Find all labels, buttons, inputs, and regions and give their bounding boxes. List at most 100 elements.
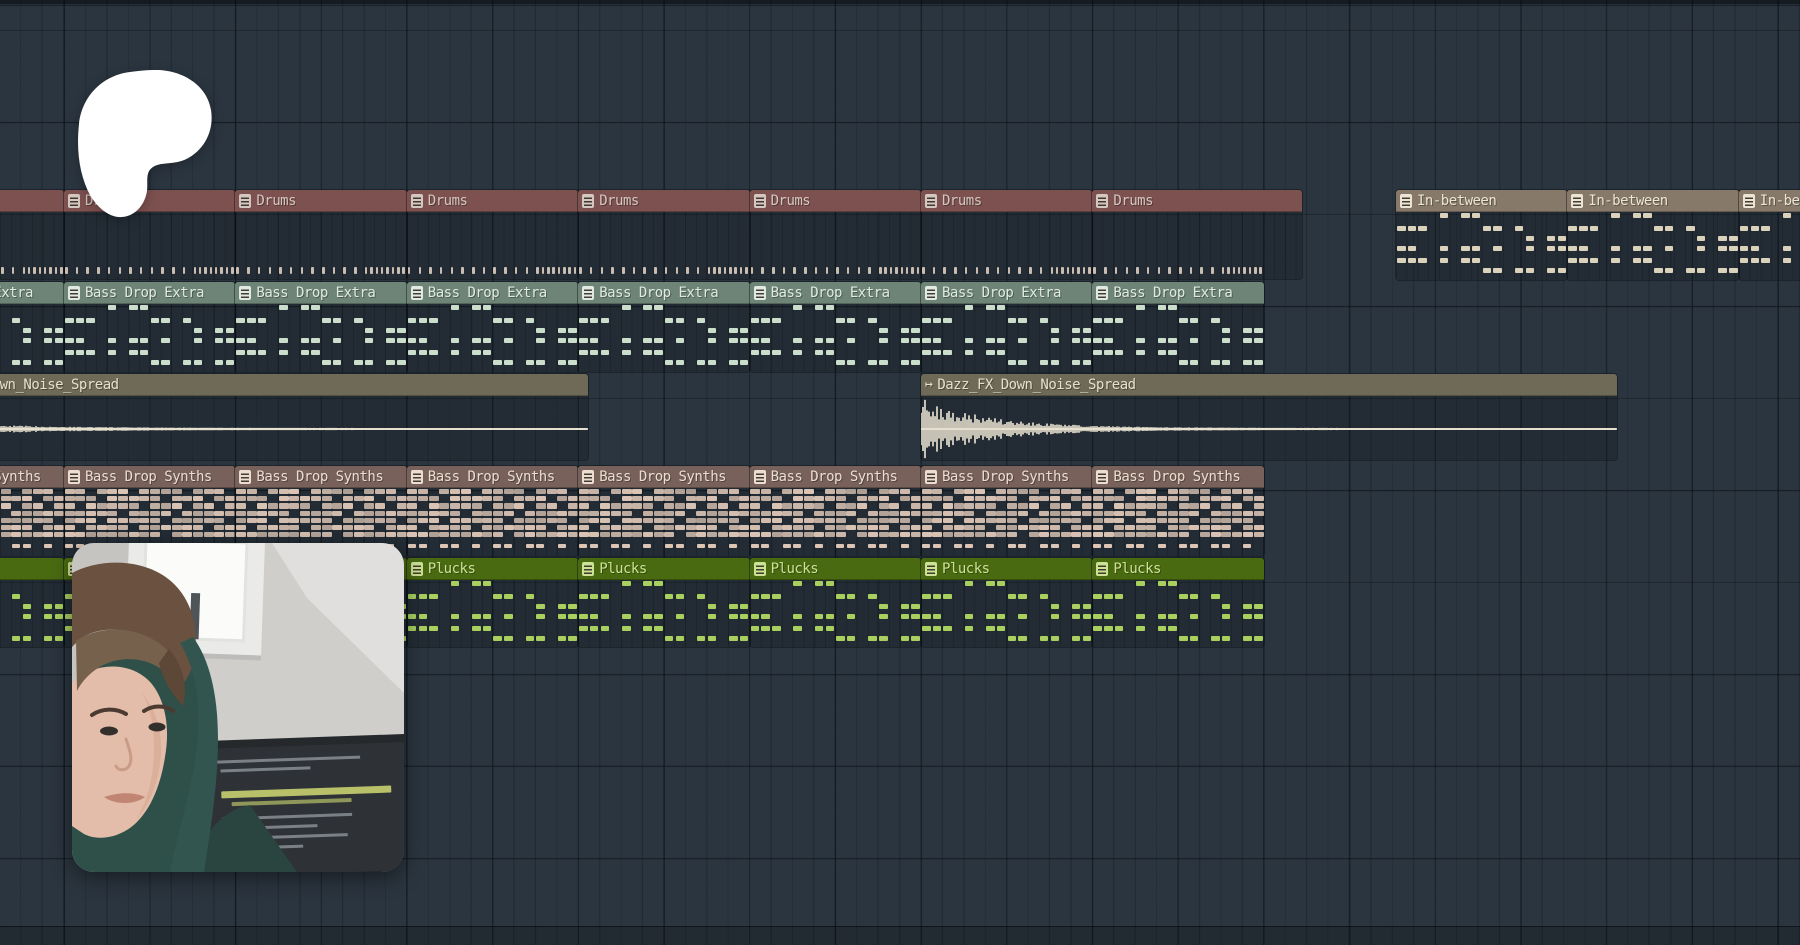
clip-header[interactable]: Bass Drop Extra bbox=[578, 282, 749, 304]
pattern-clip-icon bbox=[582, 470, 594, 484]
clip-header[interactable]: Plucks bbox=[0, 558, 64, 580]
clip-plucks[interactable]: Plucks bbox=[1092, 558, 1263, 647]
clip-drums[interactable]: Drums bbox=[578, 190, 749, 279]
pattern-clip-icon bbox=[1096, 470, 1108, 484]
clip-notes bbox=[921, 488, 1092, 556]
clip-drums[interactable]: Drums bbox=[921, 190, 1092, 279]
pattern-clip-icon bbox=[239, 286, 251, 300]
clip-header[interactable]: Drums bbox=[235, 190, 406, 212]
clip-header[interactable]: Bass Drop Synths bbox=[921, 466, 1092, 488]
clip-header[interactable]: In-between bbox=[1739, 190, 1800, 212]
clip-bass-drop-extra[interactable]: Bass Drop Extra bbox=[750, 282, 921, 372]
clip-bass-drop-synths[interactable]: Bass Drop Synths bbox=[578, 466, 749, 556]
clip-header[interactable]: Drums bbox=[0, 190, 64, 212]
clip-label: Bass Drop Synths bbox=[1113, 469, 1240, 485]
clip-notes bbox=[0, 488, 64, 556]
pattern-clip-icon bbox=[925, 470, 937, 484]
clip-header[interactable]: Drums bbox=[578, 190, 749, 212]
pattern-clip-icon bbox=[925, 286, 937, 300]
clip-dazz-fx[interactable]: ↦Dazz_FX_Down_Noise_Spread bbox=[921, 374, 1617, 460]
clip-label: Bass Drop Extra bbox=[771, 285, 890, 301]
pattern-clip-icon bbox=[68, 470, 80, 484]
clip-notes bbox=[750, 304, 921, 372]
clip-header[interactable]: Bass Drop Synths bbox=[578, 466, 749, 488]
clip-header[interactable]: Plucks bbox=[578, 558, 749, 580]
clip-notes bbox=[750, 580, 921, 647]
pattern-clip-icon bbox=[582, 562, 594, 576]
clip-notes bbox=[750, 212, 921, 279]
clip-header[interactable]: ↦Dazz_FX_Down_Noise_Spread bbox=[921, 374, 1617, 396]
clip-header[interactable]: Bass Drop Synths bbox=[235, 466, 406, 488]
clip-bass-drop-extra[interactable]: Bass Drop Extra bbox=[921, 282, 1092, 372]
clip-header[interactable]: Bass Drop Extra bbox=[921, 282, 1092, 304]
clip-header[interactable]: Drums bbox=[750, 190, 921, 212]
clip-plucks[interactable]: Plucks bbox=[407, 558, 578, 647]
clip-header[interactable]: Bass Drop Synths bbox=[1092, 466, 1263, 488]
clip-bass-drop-synths[interactable]: Bass Drop Synths bbox=[407, 466, 578, 556]
clip-header[interactable]: Drums bbox=[921, 190, 1092, 212]
clip-header[interactable]: Bass Drop Extra bbox=[235, 282, 406, 304]
clip-bass-drop-extra[interactable]: Bass Drop Extra bbox=[1092, 282, 1263, 372]
clip-notes bbox=[578, 212, 749, 279]
clip-header[interactable]: Plucks bbox=[921, 558, 1092, 580]
clip-header[interactable]: In-between bbox=[1567, 190, 1738, 212]
clip-drums[interactable]: Drums bbox=[0, 190, 64, 279]
clip-bass-drop-synths[interactable]: Bass Drop Synths bbox=[1092, 466, 1263, 556]
clip-drums[interactable]: Drums bbox=[407, 190, 578, 279]
pattern-clip-icon bbox=[411, 470, 423, 484]
clip-plucks[interactable]: Plucks bbox=[0, 558, 64, 647]
clip-header[interactable]: ↦Dazz_FX_Down_Noise_Spread bbox=[0, 374, 588, 396]
playlist-grid[interactable]: DrumsDrumsDrumsDrumsDrumsDrumsDrumsDrums… bbox=[0, 0, 1800, 945]
clip-bass-drop-synths[interactable]: Bass Drop Synths bbox=[750, 466, 921, 556]
clip-plucks[interactable]: Plucks bbox=[921, 558, 1092, 647]
clip-bass-drop-extra[interactable]: Bass Drop Extra bbox=[235, 282, 406, 372]
clip-dazz-fx[interactable]: ↦Dazz_FX_Down_Noise_Spread bbox=[0, 374, 588, 460]
pattern-clip-icon bbox=[1096, 194, 1108, 208]
clip-inbetween[interactable]: In-between bbox=[1567, 190, 1738, 280]
clip-bass-drop-synths[interactable]: Bass Drop Synths bbox=[921, 466, 1092, 556]
clip-notes bbox=[1092, 488, 1263, 556]
audio-waveform bbox=[921, 396, 1617, 460]
clip-header[interactable]: Bass Drop Synths bbox=[64, 466, 235, 488]
clip-plucks[interactable]: Plucks bbox=[750, 558, 921, 647]
clip-header[interactable]: Bass Drop Extra bbox=[0, 282, 64, 304]
clip-drums[interactable]: Drums bbox=[235, 190, 406, 279]
clip-bass-drop-extra[interactable]: Bass Drop Extra bbox=[0, 282, 64, 372]
clip-header[interactable]: Plucks bbox=[1092, 558, 1263, 580]
clip-header[interactable]: Drums bbox=[1092, 190, 1302, 212]
clip-header[interactable]: Plucks bbox=[407, 558, 578, 580]
clip-header[interactable]: Drums bbox=[407, 190, 578, 212]
clip-drums[interactable]: Drums bbox=[750, 190, 921, 279]
clip-notes bbox=[407, 488, 578, 556]
clip-bass-drop-extra[interactable]: Bass Drop Extra bbox=[578, 282, 749, 372]
clip-bass-drop-extra[interactable]: Bass Drop Extra bbox=[64, 282, 235, 372]
clip-header[interactable]: Bass Drop Synths bbox=[407, 466, 578, 488]
clip-plucks[interactable]: Plucks bbox=[578, 558, 749, 647]
clip-header[interactable]: Bass Drop Synths bbox=[0, 466, 64, 488]
clip-label: In-between bbox=[1760, 193, 1800, 209]
clip-label: Dazz_FX_Down_Noise_Spread bbox=[0, 377, 119, 393]
clip-notes bbox=[1739, 212, 1800, 280]
clip-header[interactable]: Bass Drop Extra bbox=[750, 282, 921, 304]
clip-label: Bass Drop Extra bbox=[428, 285, 547, 301]
clip-header[interactable]: Plucks bbox=[750, 558, 921, 580]
clip-header[interactable]: Bass Drop Extra bbox=[407, 282, 578, 304]
clip-notes bbox=[0, 212, 64, 279]
clip-bass-drop-extra[interactable]: Bass Drop Extra bbox=[407, 282, 578, 372]
eye-right bbox=[149, 723, 166, 732]
clip-label: Drums bbox=[428, 193, 468, 209]
pattern-clip-icon bbox=[1096, 562, 1108, 576]
pattern-clip-icon bbox=[1096, 286, 1108, 300]
clip-bass-drop-synths[interactable]: Bass Drop Synths bbox=[0, 466, 64, 556]
clip-header[interactable]: Bass Drop Synths bbox=[750, 466, 921, 488]
clip-header[interactable]: Bass Drop Extra bbox=[64, 282, 235, 304]
clip-drums[interactable]: Drums bbox=[1092, 190, 1302, 279]
clip-inbetween[interactable]: In-between bbox=[1739, 190, 1800, 280]
clip-notes bbox=[0, 304, 64, 372]
pattern-clip-icon bbox=[411, 286, 423, 300]
clip-notes bbox=[235, 212, 406, 279]
clip-header[interactable]: Bass Drop Extra bbox=[1092, 282, 1263, 304]
clip-notes bbox=[578, 580, 749, 647]
clip-inbetween[interactable]: In-between bbox=[1396, 190, 1567, 280]
clip-header[interactable]: In-between bbox=[1396, 190, 1567, 212]
